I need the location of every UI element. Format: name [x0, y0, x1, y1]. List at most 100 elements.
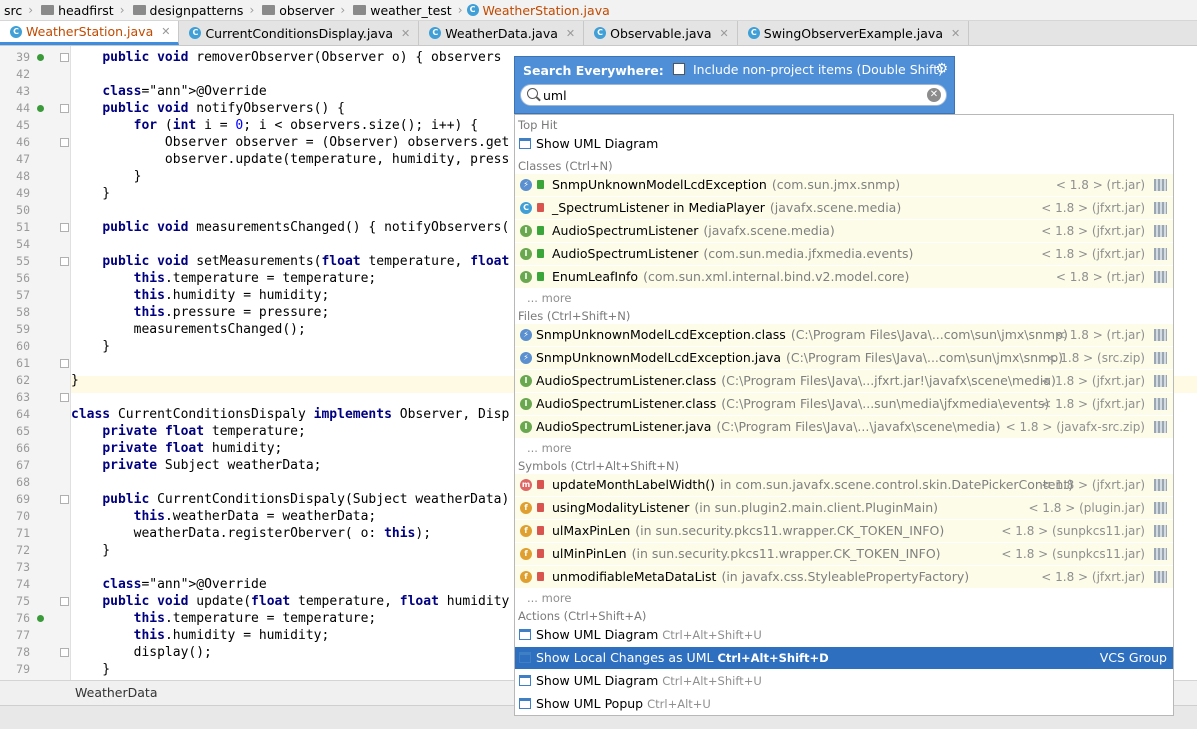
breadcrumb-item-src[interactable]: src › — [0, 3, 33, 18]
breadcrumb-item-observer[interactable]: observer › — [254, 3, 345, 18]
result-location: (C:\Program Files\Java\...com\sun\jmx\sn… — [785, 350, 1064, 365]
class-result-item[interactable]: ⚡ SnmpUnknownModelLcdException (com.sun.jm… — [515, 174, 1173, 196]
class-result-item[interactable]: I AudioSpectrumListener (com.sun.media.jfx… — [515, 243, 1173, 265]
result-shortcut: Ctrl+Alt+Shift+U — [662, 674, 762, 688]
code-line: private float humidity; — [102, 441, 283, 456]
section-top-hit: Top Hit — [518, 118, 558, 132]
close-icon[interactable]: ✕ — [566, 27, 575, 40]
symbol-result-item[interactable]: m updateMonthLabelWidth() in com.sun.javaf… — [515, 474, 1173, 496]
file-result-item[interactable]: I AudioSpectrumListener.class (C:\Program … — [515, 393, 1173, 415]
tab-weatherstation[interactable]: C WeatherStation.java ✕ — [0, 21, 180, 45]
breadcrumb-label: headfirst — [58, 2, 114, 18]
code-line: display(); — [71, 645, 212, 660]
code-line: public CurrentConditionsDispaly(Subject … — [102, 492, 510, 507]
more-classes-link[interactable]: ... more — [527, 291, 571, 305]
top-hit-item[interactable]: Show UML Diagram — [515, 133, 1173, 155]
override-gutter-icon[interactable] — [37, 54, 44, 61]
override-gutter-icon[interactable] — [37, 105, 44, 112]
fold-marker-icon[interactable] — [60, 138, 69, 147]
result-location: (com.sun.media.jfxmedia.events) — [703, 246, 914, 261]
override-gutter-icon[interactable] — [37, 615, 44, 622]
result-label: AudioSpectrumListener.class (C:\Program F… — [536, 370, 1056, 392]
symbol-result-item[interactable]: f ulMinPinLen (in sun.security.pkcs11.wrap… — [515, 543, 1173, 565]
result-name: AudioSpectrumListener.class — [536, 396, 717, 411]
access-lock-icon — [537, 480, 544, 489]
result-sdk-version: < 1.8 > (jfxrt.jar) — [1041, 374, 1145, 388]
tab-weatherdata[interactable]: C WeatherData.java ✕ — [419, 21, 585, 45]
tab-swingobserverexample[interactable]: C SwingObserverExample.java ✕ — [738, 21, 970, 45]
more-symbols-link[interactable]: ... more — [527, 591, 571, 605]
fold-marker-icon[interactable] — [60, 53, 69, 62]
jar-icon — [1154, 179, 1167, 191]
include-non-project-checkbox[interactable] — [673, 63, 685, 75]
uml-diagram-icon — [519, 698, 531, 709]
fold-marker-icon[interactable] — [60, 648, 69, 657]
symbol-result-item[interactable]: f unmodifiableMetaDataList (in javafx.css.… — [515, 566, 1173, 588]
symbol-result-item[interactable]: f usingModalityListener (in sun.plugin2.ma… — [515, 497, 1173, 519]
close-icon[interactable]: ✕ — [401, 27, 410, 40]
result-label: _SpectrumListener in MediaPlayer (javafx.… — [552, 197, 901, 219]
action-result-item[interactable]: Show UML Popup Ctrl+Alt+U — [515, 693, 1173, 715]
breadcrumb-label: src — [4, 2, 23, 18]
uml-diagram-icon — [519, 138, 531, 149]
close-icon[interactable]: ✕ — [161, 25, 170, 38]
fold-marker-icon[interactable] — [60, 257, 69, 266]
code-line: public void setMeasurements(float temper… — [102, 254, 510, 269]
fold-marker-icon[interactable] — [60, 104, 69, 113]
result-label: AudioSpectrumListener.java (C:\Program Fi… — [536, 416, 1000, 438]
fold-marker-icon[interactable] — [60, 597, 69, 606]
line-number: 70 — [16, 509, 30, 523]
tab-currentconditionsdisplay[interactable]: C CurrentConditionsDisplay.java ✕ — [179, 21, 420, 45]
class-result-item[interactable]: I EnumLeafInfo (com.sun.xml.internal.bind.… — [515, 266, 1173, 288]
breadcrumb-item-weatherstation[interactable]: C WeatherStation.java — [463, 3, 610, 18]
breadcrumb-label: observer — [279, 2, 335, 18]
close-icon[interactable]: ✕ — [720, 27, 729, 40]
file-result-item[interactable]: I AudioSpectrumListener.class (C:\Program … — [515, 370, 1173, 392]
breadcrumb-item-designpatterns[interactable]: designpatterns › — [125, 3, 254, 18]
line-number: 73 — [16, 560, 30, 574]
fold-marker-icon[interactable] — [60, 359, 69, 368]
action-result-item[interactable]: Show UML Diagram Ctrl+Alt+Shift+U — [515, 670, 1173, 692]
breadcrumb-item-headfirst[interactable]: headfirst › — [33, 2, 125, 18]
clear-icon[interactable]: ✕ — [927, 88, 941, 102]
line-number: 55 — [16, 254, 30, 268]
action-result-item[interactable]: Show UML Diagram Ctrl+Alt+Shift+U — [515, 624, 1173, 646]
result-label: Show UML Diagram Ctrl+Alt+Shift+U — [536, 624, 762, 646]
field-icon: f — [520, 571, 532, 583]
breadcrumb-label: weather_test — [370, 2, 452, 18]
tab-observable[interactable]: C Observable.java ✕ — [584, 21, 738, 45]
result-name: unmodifiableMetaDataList — [552, 569, 717, 584]
class-result-item[interactable]: I AudioSpectrumListener (javafx.scene.medi… — [515, 220, 1173, 242]
search-field[interactable]: ✕ — [520, 84, 947, 106]
class-icon: C — [747, 27, 760, 39]
access-lock-icon — [537, 572, 544, 581]
section-actions: Actions (Ctrl+Shift+A) — [518, 609, 647, 623]
breadcrumb-item-weather-test[interactable]: weather_test › — [345, 2, 463, 18]
file-result-item[interactable]: ⚡ SnmpUnknownModelLcdException.class (C:\P… — [515, 324, 1173, 346]
result-location: (in sun.plugin2.main.client.PluginMain) — [694, 500, 938, 515]
action-result-item[interactable]: Show Local Changes as UML Ctrl+Alt+Shift+… — [515, 647, 1173, 669]
file-result-item[interactable]: ⚡ SnmpUnknownModelLcdException.java (C:\Pr… — [515, 347, 1173, 369]
search-icon — [527, 88, 538, 99]
gear-icon[interactable]: ⚙ — [935, 61, 948, 77]
result-location: (C:\Program Files\Java\...sun\media\jfxm… — [721, 396, 1050, 411]
more-files-link[interactable]: ... more — [527, 441, 571, 455]
result-label: SnmpUnknownModelLcdException.java (C:\Pro… — [536, 347, 1063, 369]
file-result-item[interactable]: I AudioSpectrumListener.java (C:\Program F… — [515, 416, 1173, 438]
result-name: Show UML Diagram — [536, 136, 659, 151]
search-input[interactable] — [543, 86, 923, 104]
section-files: Files (Ctrl+Shift+N) — [518, 309, 631, 323]
close-icon[interactable]: ✕ — [951, 27, 960, 40]
class-result-item[interactable]: C _SpectrumListener in MediaPlayer (javafx… — [515, 197, 1173, 219]
include-non-project-label[interactable]: Include non-project items (Double Shift) — [693, 62, 943, 77]
code-line: } — [71, 339, 111, 354]
line-number: 56 — [16, 271, 30, 285]
fold-marker-icon[interactable] — [60, 223, 69, 232]
fold-marker-icon[interactable] — [60, 393, 69, 402]
fold-marker-icon[interactable] — [60, 495, 69, 504]
interface-icon: I — [520, 248, 532, 260]
line-number: 43 — [16, 84, 30, 98]
result-sdk-version: < 1.8 > (jfxrt.jar) — [1041, 224, 1145, 238]
code-line: public void notifyObservers() { — [102, 101, 345, 116]
symbol-result-item[interactable]: f ulMaxPinLen (in sun.security.pkcs11.wrap… — [515, 520, 1173, 542]
